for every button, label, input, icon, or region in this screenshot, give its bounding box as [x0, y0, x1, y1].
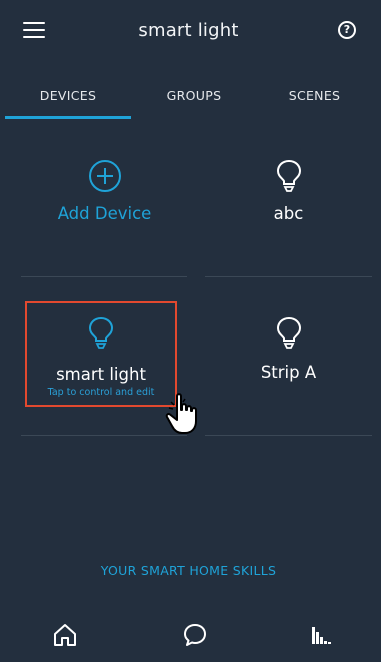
- app-header: smart light ?: [5, 0, 372, 68]
- bulb-icon: [276, 316, 301, 349]
- app-screen: smart light ? DEVICES GROUPS SCENES Add …: [5, 0, 372, 662]
- grid-divider: [21, 276, 187, 277]
- device-sublabel: Tap to control and edit: [47, 387, 155, 398]
- page-title: smart light: [138, 20, 239, 41]
- add-device-label: Add Device: [57, 204, 152, 223]
- tab-groups[interactable]: GROUPS: [131, 68, 257, 120]
- bulb-icon: [88, 316, 114, 349]
- bulb-icon: [276, 159, 301, 192]
- active-tab-indicator: [5, 116, 131, 119]
- tap-hand-icon: [165, 393, 197, 434]
- grid-divider: [205, 276, 372, 277]
- device-label-smart-light: smart light: [56, 365, 146, 384]
- help-icon[interactable]: ?: [338, 21, 356, 39]
- home-icon[interactable]: [52, 622, 78, 648]
- device-label-abc: abc: [273, 204, 304, 223]
- grid-divider: [21, 435, 187, 436]
- bottom-nav: [5, 616, 372, 662]
- tab-bar: DEVICES GROUPS SCENES: [5, 68, 372, 120]
- tab-scenes[interactable]: SCENES: [257, 68, 372, 120]
- device-tile-abc[interactable]: abc: [205, 148, 372, 268]
- device-tile-smart-light[interactable]: smart light Tap to control and edit: [25, 301, 177, 407]
- tab-devices[interactable]: DEVICES: [5, 68, 131, 120]
- chat-icon[interactable]: [182, 622, 208, 648]
- add-device-tile[interactable]: Add Device: [21, 148, 188, 268]
- device-tile-strip-a[interactable]: Strip A: [205, 301, 372, 407]
- plus-circle-icon: [88, 160, 121, 192]
- activity-icon[interactable]: [308, 622, 334, 648]
- smart-home-skills-link[interactable]: YOUR SMART HOME SKILLS: [5, 563, 372, 578]
- grid-divider: [205, 435, 372, 436]
- device-label-strip-a: Strip A: [260, 363, 317, 382]
